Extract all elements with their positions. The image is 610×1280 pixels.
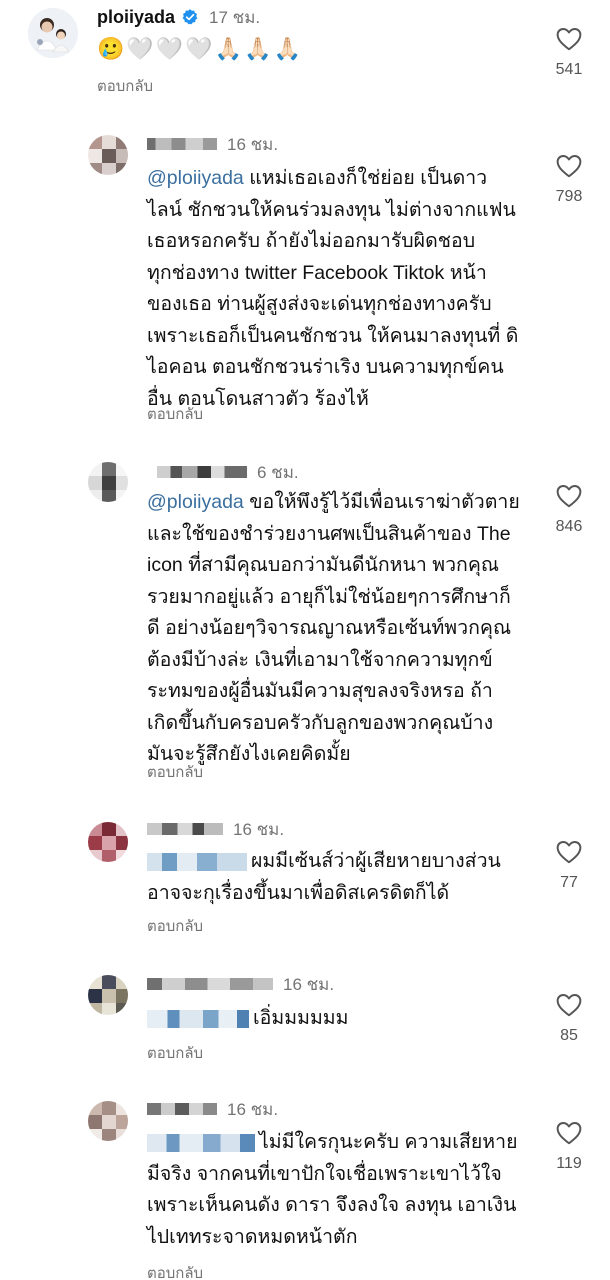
mention-link[interactable]: @ploiiyada [147, 167, 244, 189]
comment-body: ขอให้พึงรู้ไว้มีเพื่อนเราฆ่าตัวตาย และใช… [147, 491, 520, 765]
timestamp: 16 ชม. [227, 134, 279, 154]
reply-button[interactable]: ตอบกลับ [97, 74, 153, 98]
blurred-username [147, 978, 273, 990]
comment-header: 16 ชม. [147, 970, 334, 998]
comment-header: ploiiyada 17 ชม. [97, 3, 260, 31]
like-button[interactable]: 119 [539, 1121, 599, 1173]
like-button[interactable]: 846 [539, 484, 599, 536]
timestamp: 16 ชม. [227, 1099, 279, 1119]
comment-item: 16 ชม. เอิ่มมมมมม ตอบกลับ 85 [0, 965, 610, 1075]
like-count: 77 [560, 874, 578, 891]
comment-text: @ploiiyada ขอให้พึงรู้ไว้มีเพื่อนเราฆ่าต… [147, 487, 547, 771]
like-button[interactable]: 798 [539, 154, 599, 206]
avatar[interactable] [28, 8, 78, 58]
like-count: 846 [555, 518, 583, 535]
comment-text: เอิ่มมมมมม [147, 1003, 547, 1035]
like-count: 119 [556, 1155, 582, 1172]
timestamp: 6 ชม. [257, 462, 299, 482]
white-heart-emoji: 🤍 [126, 36, 154, 61]
username[interactable]: ploiiyada [97, 7, 175, 28]
smiling-tear-emoji: 🥲 [97, 36, 125, 61]
reply-button[interactable]: ตอบกลับ [147, 1261, 203, 1280]
avatar[interactable] [88, 135, 128, 175]
blurred-mention [147, 1133, 255, 1152]
reply-button[interactable]: ตอบกลับ [147, 760, 203, 784]
like-button[interactable]: 85 [539, 993, 599, 1045]
comment-header: 16 ชม. [147, 130, 278, 158]
heart-outline-icon [556, 841, 582, 864]
timestamp: 17 ชม. [209, 7, 261, 27]
verified-badge-icon [182, 9, 198, 25]
avatar[interactable] [88, 462, 128, 502]
blurred-username [157, 466, 247, 478]
reply-button[interactable]: ตอบกลับ [147, 402, 203, 426]
praying-hands-emoji: 🙏🏻 [244, 36, 272, 61]
heart-outline-icon [556, 485, 582, 508]
praying-hands-emoji: 🙏🏻 [273, 36, 301, 61]
comment-body: แหม่เธอเองก็ใช่ย่อย เป็นดาว ไลน์ ชักชวนใ… [147, 167, 519, 410]
comment-text: ไม่มีใครกุนะครับ ความเสียหาย มีจริง จากค… [147, 1127, 547, 1253]
timestamp: 16 ชม. [233, 819, 285, 839]
like-button[interactable]: 541 [539, 27, 599, 79]
avatar[interactable] [88, 975, 128, 1015]
heart-outline-icon [556, 155, 582, 178]
heart-outline-icon [556, 994, 582, 1017]
comment-item: 6 ชม. @ploiiyada ขอให้พึงรู้ไว้มีเพื่อนเ… [0, 450, 610, 781]
blurred-mention [147, 852, 247, 871]
comment-text: ผมมีเซ้นส์ว่าผู้เสียหายบางส่วน อาจจะกุเร… [147, 846, 547, 909]
comment-header: 16 ชม. [147, 1095, 278, 1123]
reply-button[interactable]: ตอบกลับ [147, 1041, 203, 1065]
blurred-username [147, 138, 217, 150]
like-count: 798 [555, 188, 583, 205]
author-comment: ploiiyada 17 ชม. 🥲 🤍 🤍 🤍 🙏🏻 🙏🏻 🙏🏻 ตอบกลั… [0, 0, 610, 110]
avatar[interactable] [88, 1101, 128, 1141]
comment-item: 16 ชม. ไม่มีใครกุนะครับ ความเสียหาย มีจร… [0, 1095, 610, 1280]
comment-item: 16 ชม. ผมมีเซ้นส์ว่าผู้เสียหายบางส่วน อา… [0, 810, 610, 950]
blurred-username [147, 1103, 217, 1115]
like-count: 85 [560, 1027, 578, 1044]
avatar[interactable] [88, 822, 128, 862]
comments-page: ploiiyada 17 ชม. 🥲 🤍 🤍 🤍 🙏🏻 🙏🏻 🙏🏻 ตอบกลั… [0, 0, 610, 1280]
like-button[interactable]: 77 [539, 840, 599, 892]
comment-emojis: 🥲 🤍 🤍 🤍 🙏🏻 🙏🏻 🙏🏻 [97, 36, 301, 62]
blurred-username [147, 823, 223, 835]
comment-item: 16 ชม. @ploiiyada แหม่เธอเองก็ใช่ย่อย เป… [0, 120, 610, 423]
comment-text: @ploiiyada แหม่เธอเองก็ใช่ย่อย เป็นดาว ไ… [147, 163, 547, 415]
reply-button[interactable]: ตอบกลับ [147, 914, 203, 938]
white-heart-emoji: 🤍 [155, 36, 184, 61]
white-heart-emoji: 🤍 [185, 36, 213, 61]
comment-body: เอิ่มมมมมม [253, 1007, 349, 1029]
heart-outline-icon [556, 1122, 582, 1145]
mention-link[interactable]: @ploiiyada [147, 491, 244, 513]
timestamp: 16 ชม. [283, 974, 335, 994]
comment-header: 6 ชม. [157, 458, 299, 486]
praying-hands-emoji: 🙏🏻 [214, 36, 243, 61]
like-count: 541 [555, 61, 583, 78]
heart-outline-icon [556, 28, 582, 51]
blurred-mention [147, 1009, 249, 1028]
comment-header: 16 ชม. [147, 815, 284, 843]
